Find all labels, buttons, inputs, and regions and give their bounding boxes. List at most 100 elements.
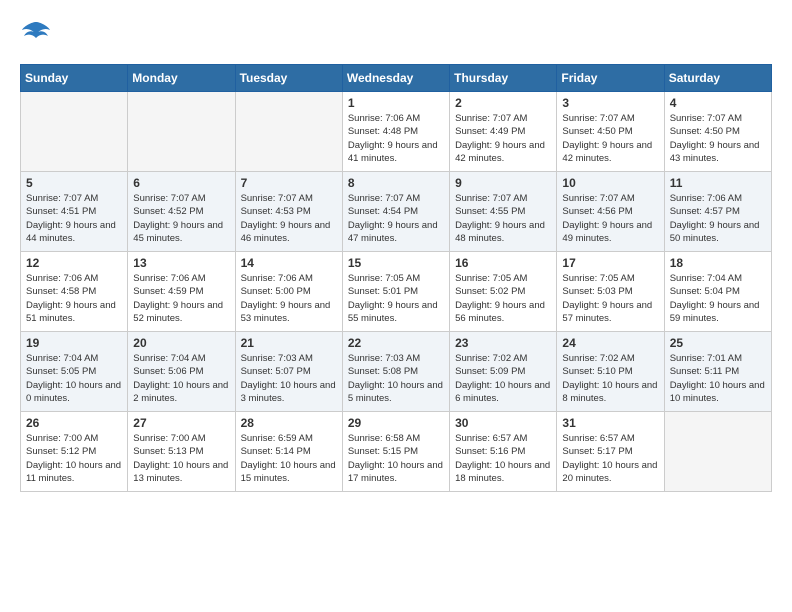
calendar-cell bbox=[664, 412, 771, 492]
calendar-week-3: 12 Sunrise: 7:06 AM Sunset: 4:58 PM Dayli… bbox=[21, 252, 772, 332]
day-number: 24 bbox=[562, 336, 658, 350]
day-info: Sunrise: 7:06 AM Sunset: 4:58 PM Dayligh… bbox=[26, 272, 122, 325]
day-info: Sunrise: 7:05 AM Sunset: 5:01 PM Dayligh… bbox=[348, 272, 444, 325]
calendar-cell bbox=[128, 92, 235, 172]
day-number: 1 bbox=[348, 96, 444, 110]
day-info: Sunrise: 7:06 AM Sunset: 4:59 PM Dayligh… bbox=[133, 272, 229, 325]
calendar-cell: 24 Sunrise: 7:02 AM Sunset: 5:10 PM Dayli… bbox=[557, 332, 664, 412]
day-number: 26 bbox=[26, 416, 122, 430]
day-info: Sunrise: 6:58 AM Sunset: 5:15 PM Dayligh… bbox=[348, 432, 444, 485]
calendar-cell: 1 Sunrise: 7:06 AM Sunset: 4:48 PM Daylig… bbox=[342, 92, 449, 172]
day-number: 19 bbox=[26, 336, 122, 350]
day-number: 5 bbox=[26, 176, 122, 190]
calendar-cell: 27 Sunrise: 7:00 AM Sunset: 5:13 PM Dayli… bbox=[128, 412, 235, 492]
weekday-header-sunday: Sunday bbox=[21, 65, 128, 92]
calendar-week-5: 26Sunrise: 7:00 AM Sunset: 5:12 PM Dayli… bbox=[21, 412, 772, 492]
calendar-cell: 23Sunrise: 7:02 AM Sunset: 5:09 PM Dayli… bbox=[450, 332, 557, 412]
weekday-header-friday: Friday bbox=[557, 65, 664, 92]
calendar-cell: 19Sunrise: 7:04 AM Sunset: 5:05 PM Dayli… bbox=[21, 332, 128, 412]
calendar-cell: 13 Sunrise: 7:06 AM Sunset: 4:59 PM Dayli… bbox=[128, 252, 235, 332]
day-number: 16 bbox=[455, 256, 551, 270]
day-info: Sunrise: 7:03 AM Sunset: 5:07 PM Dayligh… bbox=[241, 352, 337, 405]
day-info: Sunrise: 7:07 AM Sunset: 4:51 PM Dayligh… bbox=[26, 192, 122, 245]
day-number: 25 bbox=[670, 336, 766, 350]
day-info: Sunrise: 7:07 AM Sunset: 4:54 PM Dayligh… bbox=[348, 192, 444, 245]
day-number: 30 bbox=[455, 416, 551, 430]
calendar-cell: 7 Sunrise: 7:07 AM Sunset: 4:53 PM Daylig… bbox=[235, 172, 342, 252]
day-info: Sunrise: 7:07 AM Sunset: 4:50 PM Dayligh… bbox=[670, 112, 766, 165]
day-info: Sunrise: 7:07 AM Sunset: 4:49 PM Dayligh… bbox=[455, 112, 551, 165]
calendar-cell bbox=[235, 92, 342, 172]
calendar-cell: 9 Sunrise: 7:07 AM Sunset: 4:55 PM Daylig… bbox=[450, 172, 557, 252]
day-info: Sunrise: 7:04 AM Sunset: 5:04 PM Dayligh… bbox=[670, 272, 766, 325]
day-info: Sunrise: 7:05 AM Sunset: 5:03 PM Dayligh… bbox=[562, 272, 658, 325]
day-info: Sunrise: 7:05 AM Sunset: 5:02 PM Dayligh… bbox=[455, 272, 551, 325]
calendar-cell: 16 Sunrise: 7:05 AM Sunset: 5:02 PM Dayli… bbox=[450, 252, 557, 332]
calendar-cell: 15 Sunrise: 7:05 AM Sunset: 5:01 PM Dayli… bbox=[342, 252, 449, 332]
day-number: 13 bbox=[133, 256, 229, 270]
calendar-cell: 6 Sunrise: 7:07 AM Sunset: 4:52 PM Daylig… bbox=[128, 172, 235, 252]
day-number: 31 bbox=[562, 416, 658, 430]
logo bbox=[20, 20, 56, 48]
day-number: 22 bbox=[348, 336, 444, 350]
day-number: 11 bbox=[670, 176, 766, 190]
day-number: 4 bbox=[670, 96, 766, 110]
day-number: 6 bbox=[133, 176, 229, 190]
weekday-header-saturday: Saturday bbox=[664, 65, 771, 92]
day-info: Sunrise: 7:07 AM Sunset: 4:55 PM Dayligh… bbox=[455, 192, 551, 245]
day-number: 12 bbox=[26, 256, 122, 270]
calendar-cell: 2 Sunrise: 7:07 AM Sunset: 4:49 PM Daylig… bbox=[450, 92, 557, 172]
day-info: Sunrise: 7:07 AM Sunset: 4:53 PM Dayligh… bbox=[241, 192, 337, 245]
day-info: Sunrise: 7:00 AM Sunset: 5:13 PM Dayligh… bbox=[133, 432, 229, 485]
day-number: 7 bbox=[241, 176, 337, 190]
calendar-cell: 18 Sunrise: 7:04 AM Sunset: 5:04 PM Dayli… bbox=[664, 252, 771, 332]
weekday-header-wednesday: Wednesday bbox=[342, 65, 449, 92]
calendar-cell: 3Sunrise: 7:07 AM Sunset: 4:50 PM Daylig… bbox=[557, 92, 664, 172]
day-info: Sunrise: 7:02 AM Sunset: 5:09 PM Dayligh… bbox=[455, 352, 551, 405]
calendar-cell: 17Sunrise: 7:05 AM Sunset: 5:03 PM Dayli… bbox=[557, 252, 664, 332]
day-number: 3 bbox=[562, 96, 658, 110]
day-number: 27 bbox=[133, 416, 229, 430]
day-info: Sunrise: 7:04 AM Sunset: 5:06 PM Dayligh… bbox=[133, 352, 229, 405]
weekday-header-tuesday: Tuesday bbox=[235, 65, 342, 92]
calendar-cell: 29 Sunrise: 6:58 AM Sunset: 5:15 PM Dayli… bbox=[342, 412, 449, 492]
day-info: Sunrise: 6:57 AM Sunset: 5:16 PM Dayligh… bbox=[455, 432, 551, 485]
calendar-cell: 14 Sunrise: 7:06 AM Sunset: 5:00 PM Dayli… bbox=[235, 252, 342, 332]
day-info: Sunrise: 7:06 AM Sunset: 4:57 PM Dayligh… bbox=[670, 192, 766, 245]
calendar-cell: 20 Sunrise: 7:04 AM Sunset: 5:06 PM Dayli… bbox=[128, 332, 235, 412]
calendar-cell: 22 Sunrise: 7:03 AM Sunset: 5:08 PM Dayli… bbox=[342, 332, 449, 412]
page-header bbox=[20, 20, 772, 48]
day-number: 15 bbox=[348, 256, 444, 270]
day-number: 20 bbox=[133, 336, 229, 350]
calendar-cell: 26Sunrise: 7:00 AM Sunset: 5:12 PM Dayli… bbox=[21, 412, 128, 492]
day-number: 28 bbox=[241, 416, 337, 430]
day-number: 18 bbox=[670, 256, 766, 270]
calendar-cell: 12 Sunrise: 7:06 AM Sunset: 4:58 PM Dayli… bbox=[21, 252, 128, 332]
day-number: 29 bbox=[348, 416, 444, 430]
logo-bird-icon bbox=[20, 20, 52, 48]
calendar-cell: 4 Sunrise: 7:07 AM Sunset: 4:50 PM Daylig… bbox=[664, 92, 771, 172]
day-info: Sunrise: 6:59 AM Sunset: 5:14 PM Dayligh… bbox=[241, 432, 337, 485]
day-number: 14 bbox=[241, 256, 337, 270]
calendar-cell: 8Sunrise: 7:07 AM Sunset: 4:54 PM Daylig… bbox=[342, 172, 449, 252]
day-info: Sunrise: 7:07 AM Sunset: 4:52 PM Dayligh… bbox=[133, 192, 229, 245]
calendar-cell: 5 Sunrise: 7:07 AM Sunset: 4:51 PM Daylig… bbox=[21, 172, 128, 252]
day-info: Sunrise: 7:01 AM Sunset: 5:11 PM Dayligh… bbox=[670, 352, 766, 405]
calendar-cell bbox=[21, 92, 128, 172]
day-info: Sunrise: 7:06 AM Sunset: 4:48 PM Dayligh… bbox=[348, 112, 444, 165]
calendar-cell: 31Sunrise: 6:57 AM Sunset: 5:17 PM Dayli… bbox=[557, 412, 664, 492]
calendar-table: SundayMondayTuesdayWednesdayThursdayFrid… bbox=[20, 64, 772, 492]
day-info: Sunrise: 7:03 AM Sunset: 5:08 PM Dayligh… bbox=[348, 352, 444, 405]
day-info: Sunrise: 7:02 AM Sunset: 5:10 PM Dayligh… bbox=[562, 352, 658, 405]
day-info: Sunrise: 7:06 AM Sunset: 5:00 PM Dayligh… bbox=[241, 272, 337, 325]
calendar-week-1: 1 Sunrise: 7:06 AM Sunset: 4:48 PM Daylig… bbox=[21, 92, 772, 172]
calendar-week-4: 19Sunrise: 7:04 AM Sunset: 5:05 PM Dayli… bbox=[21, 332, 772, 412]
weekday-header-monday: Monday bbox=[128, 65, 235, 92]
calendar-cell: 30 Sunrise: 6:57 AM Sunset: 5:16 PM Dayli… bbox=[450, 412, 557, 492]
calendar-week-2: 5 Sunrise: 7:07 AM Sunset: 4:51 PM Daylig… bbox=[21, 172, 772, 252]
calendar-cell: 11 Sunrise: 7:06 AM Sunset: 4:57 PM Dayli… bbox=[664, 172, 771, 252]
calendar-cell: 25 Sunrise: 7:01 AM Sunset: 5:11 PM Dayli… bbox=[664, 332, 771, 412]
day-number: 9 bbox=[455, 176, 551, 190]
day-number: 2 bbox=[455, 96, 551, 110]
calendar-cell: 10Sunrise: 7:07 AM Sunset: 4:56 PM Dayli… bbox=[557, 172, 664, 252]
